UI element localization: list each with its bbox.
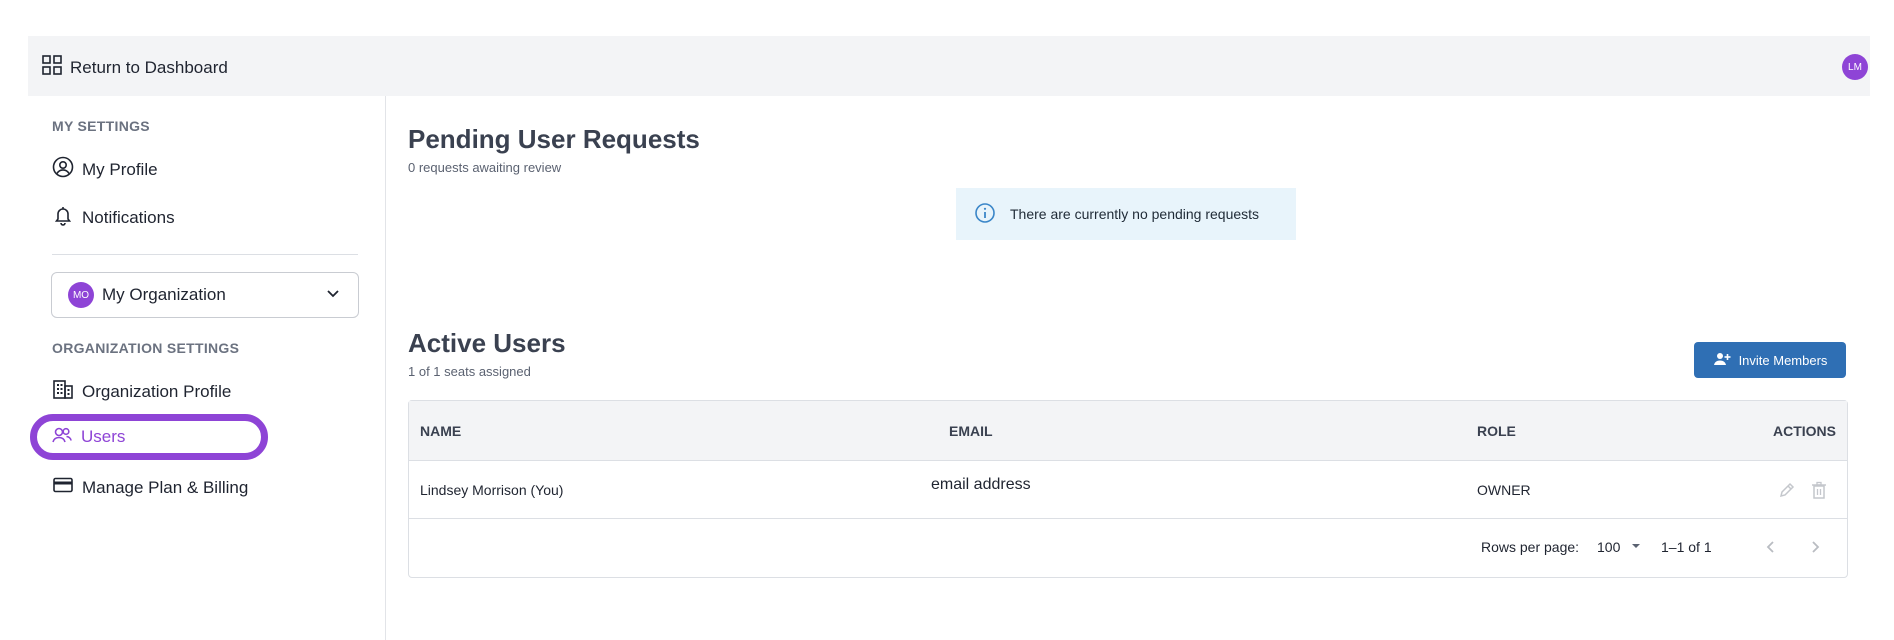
table-row: Lindsey Morrison (You) email address OWN… — [409, 462, 1847, 519]
chevron-down-icon — [324, 284, 342, 307]
column-header-actions: ACTIONS — [1773, 423, 1836, 439]
sidebar-item-label: Organization Profile — [82, 381, 232, 401]
active-users-title: Active Users — [408, 328, 566, 358]
org-avatar: MO — [68, 282, 94, 308]
user-name: Lindsey Morrison (You) — [420, 482, 564, 498]
org-name: My Organization — [102, 285, 226, 304]
rows-per-page-value: 100 — [1597, 539, 1621, 555]
organization-settings-heading: ORGANIZATION SETTINGS — [52, 340, 240, 356]
divider — [52, 254, 358, 255]
rows-per-page-label: Rows per page: — [1481, 539, 1580, 555]
invite-members-label: Invite Members — [1738, 352, 1828, 368]
next-page-icon[interactable] — [1805, 537, 1825, 560]
info-icon — [974, 202, 996, 227]
return-to-dashboard-link[interactable]: Return to Dashboard — [42, 55, 228, 80]
top-bar: Return to Dashboard LM — [28, 36, 1870, 96]
return-to-dashboard-label: Return to Dashboard — [70, 57, 228, 77]
users-icon — [51, 424, 73, 451]
column-header-name[interactable]: NAME — [420, 423, 461, 439]
delete-icon[interactable] — [1809, 480, 1829, 505]
user-role: OWNER — [1477, 482, 1531, 498]
rows-per-page-select[interactable]: 100 — [1597, 539, 1642, 555]
alert-message: There are currently no pending requests — [1010, 206, 1260, 222]
table-pagination: Rows per page: 100 1–1 of 1 — [409, 519, 1847, 577]
active-users-table: NAME EMAIL ROLE ACTIONS Lindsey Morrison… — [408, 400, 1848, 578]
sidebar-item-label: Manage Plan & Billing — [82, 477, 249, 497]
row-actions — [1777, 480, 1829, 505]
column-header-email[interactable]: EMAIL — [949, 423, 993, 439]
user-avatar[interactable]: LM — [1842, 54, 1868, 80]
pending-requests-title: Pending User Requests — [408, 124, 700, 154]
dashboard-grid-icon — [42, 55, 62, 80]
pending-requests-subtitle: 0 requests awaiting review — [408, 160, 562, 175]
sidebar-item-users[interactable]: Users — [30, 414, 268, 460]
sidebar-item-organization-profile[interactable]: Organization Profile — [52, 378, 231, 405]
no-pending-requests-alert: There are currently no pending requests — [956, 188, 1296, 240]
table-header: NAME EMAIL ROLE ACTIONS — [409, 401, 1847, 461]
invite-members-button[interactable]: Invite Members — [1694, 342, 1846, 378]
user-circle-icon — [52, 156, 74, 183]
caret-down-icon — [1630, 539, 1642, 555]
previous-page-icon[interactable] — [1761, 537, 1781, 560]
sidebar-item-notifications[interactable]: Notifications — [52, 204, 175, 231]
add-user-icon — [1713, 350, 1731, 371]
edit-icon[interactable] — [1777, 480, 1797, 505]
sidebar-item-label: Notifications — [82, 207, 175, 227]
sidebar-item-my-profile[interactable]: My Profile — [52, 156, 158, 183]
organization-selector[interactable]: MO My Organization — [51, 272, 359, 318]
my-settings-heading: MY SETTINGS — [52, 118, 150, 134]
sidebar-item-label: Users — [81, 427, 126, 446]
user-email: email address — [931, 476, 1031, 493]
column-header-role[interactable]: ROLE — [1477, 423, 1516, 439]
sidebar: MY SETTINGS My Profile Notifications MO … — [28, 96, 386, 640]
pagination-range: 1–1 of 1 — [1661, 539, 1712, 555]
building-icon — [52, 378, 74, 405]
sidebar-item-billing[interactable]: Manage Plan & Billing — [52, 474, 248, 501]
bell-icon — [52, 204, 74, 231]
credit-card-icon — [52, 474, 74, 501]
active-users-subtitle: 1 of 1 seats assigned — [408, 364, 531, 379]
sidebar-item-label: My Profile — [82, 159, 158, 179]
